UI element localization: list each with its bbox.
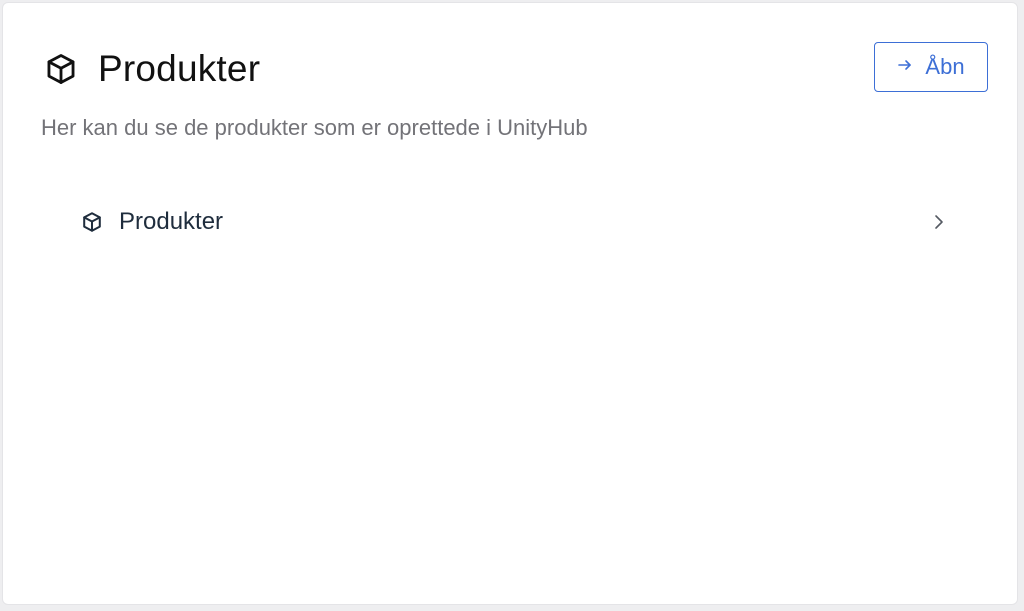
products-card: Produkter Åbn Her kan du se de produkter… [2, 2, 1018, 605]
open-button[interactable]: Åbn [874, 42, 988, 92]
card-title: Produkter [98, 48, 261, 89]
package-icon [41, 49, 81, 89]
open-button-label: Åbn [925, 54, 965, 79]
card-header: Produkter [41, 43, 260, 95]
list-item-products[interactable]: Produkter [77, 193, 957, 251]
arrow-right-icon [897, 57, 913, 78]
list-item-label: Produkter [119, 208, 224, 235]
chevron-right-icon [927, 210, 951, 234]
card-subtitle: Her kan du se de produkter som er oprett… [41, 115, 588, 140]
package-icon [77, 207, 107, 237]
